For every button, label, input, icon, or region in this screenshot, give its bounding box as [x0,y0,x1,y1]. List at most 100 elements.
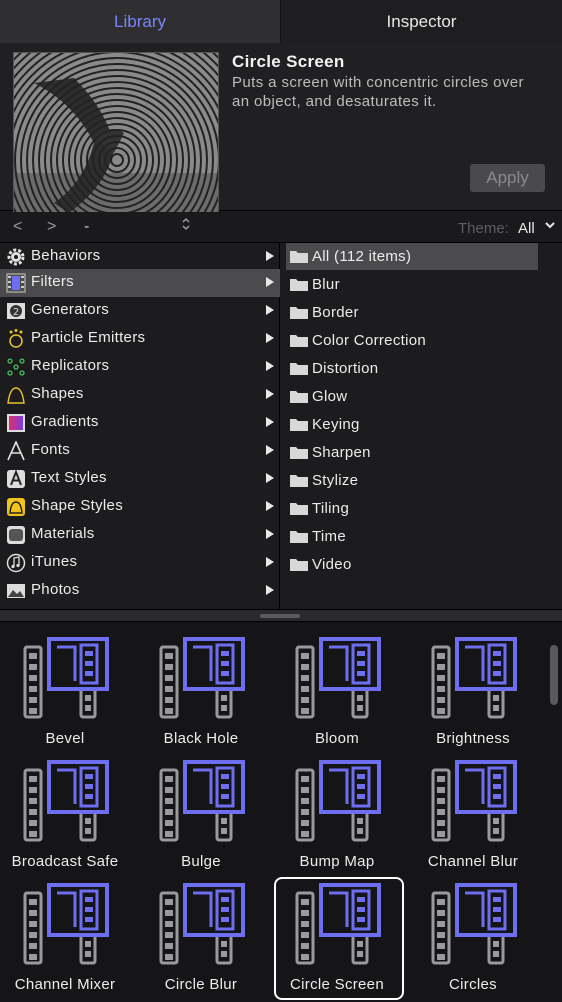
apply-button[interactable]: Apply [470,164,545,192]
music-icon [6,553,26,573]
filmstrip-icon [6,273,26,293]
folder-icon [289,529,309,544]
filter-label: Black Hole [163,730,239,747]
disclosure-arrow-icon [266,473,274,483]
tab-inspector[interactable]: Inspector [281,0,562,43]
folder-all[interactable]: All (112 items) [286,243,538,270]
browser-nav-bar: < > - Theme: All [0,212,562,243]
folder-icon [289,557,309,572]
filter-browser-grid: Bevel Black Hole Bloom Brightness Broadc… [0,622,546,1002]
category-filters[interactable]: Filters [0,269,280,297]
theme-label: Theme: [458,220,509,237]
category-label: Fonts [31,441,71,458]
folder-color-correction[interactable]: Color Correction [286,327,538,354]
category-text-styles[interactable]: Text Styles [0,465,280,493]
tab-library[interactable]: Library [0,0,281,43]
folder-distortion[interactable]: Distortion [286,355,538,382]
folder-label: All (112 items) [312,248,412,265]
disclosure-arrow-icon [266,361,274,371]
category-label: Text Styles [31,469,107,486]
disclosure-arrow-icon [266,445,274,455]
folder-label: Border [312,304,359,321]
category-particle-emitters[interactable]: Particle Emitters [0,325,280,353]
filter-label: Bulge [181,853,221,870]
filter-item-brightness[interactable]: Brightness [408,637,538,757]
category-photos[interactable]: Photos [0,577,280,605]
disclosure-arrow-icon [266,585,274,595]
folder-label: Tiling [312,500,350,517]
generator-icon: 2 [6,301,26,321]
disclosure-arrow-icon [266,529,274,539]
forward-button[interactable]: > [47,218,56,236]
path-popup[interactable]: - [84,218,89,236]
gear-icon [6,247,26,267]
folder-label: Distortion [312,360,379,377]
filter-icon [159,637,245,719]
filter-item-broadcast-safe[interactable]: Broadcast Safe [0,760,130,880]
folder-label: Video [312,556,352,573]
replicator-icon [6,357,26,377]
svg-text:2: 2 [13,307,19,318]
filter-item-bevel[interactable]: Bevel [0,637,130,757]
folder-stylize[interactable]: Stylize [286,467,538,494]
folder-keying[interactable]: Keying [286,411,538,438]
folder-border[interactable]: Border [286,299,538,326]
photo-icon [6,581,26,601]
filter-item-circles[interactable]: Circles [408,883,538,1002]
category-behaviors[interactable]: Behaviors [0,243,280,271]
folder-label: Sharpen [312,444,371,461]
category-label: Photos [31,581,80,598]
folder-video[interactable]: Video [286,551,538,578]
filter-label: Bloom [314,730,360,747]
path-popup-chevron-icon[interactable] [181,216,191,237]
filter-icon [159,760,245,842]
category-generators[interactable]: 2 Generators [0,297,280,325]
filter-item-bump-map[interactable]: Bump Map [272,760,402,880]
filter-item-circle-blur[interactable]: Circle Blur [136,883,266,1002]
chevron-down-icon[interactable] [544,219,556,234]
filter-label: Brightness [436,730,510,747]
folder-icon [289,277,309,292]
filter-icon [295,760,381,842]
theme-popup[interactable]: All [518,220,535,237]
back-button[interactable]: < [13,218,22,236]
category-gradients[interactable]: Gradients [0,409,280,437]
category-replicators[interactable]: Replicators [0,353,280,381]
filter-item-bloom[interactable]: Bloom [272,637,402,757]
disclosure-arrow-icon [266,557,274,567]
category-materials[interactable]: Materials [0,521,280,549]
filter-label: Circle Blur [164,976,238,993]
category-label: Gradients [31,413,99,430]
filter-icon [295,883,381,965]
splitter-grip[interactable] [260,614,300,618]
folder-glow[interactable]: Glow [286,383,538,410]
filter-item-circle-screen[interactable]: Circle Screen [274,877,411,1002]
disclosure-arrow-icon [266,333,274,343]
category-shape-styles[interactable]: Shape Styles [0,493,280,521]
filter-item-channel-mixer[interactable]: Channel Mixer [0,883,130,1002]
folder-tiling[interactable]: Tiling [286,495,538,522]
folder-blur[interactable]: Blur [286,271,538,298]
scrollbar-thumb[interactable] [550,645,558,705]
font-icon [6,440,26,461]
category-fonts[interactable]: Fonts [0,437,280,465]
folder-sharpen[interactable]: Sharpen [286,439,538,466]
folder-icon [289,417,309,432]
shape-icon [6,385,26,405]
tab-bar: Library Inspector [0,0,562,43]
disclosure-arrow-icon [266,251,274,261]
category-itunes[interactable]: iTunes [0,549,280,577]
category-label: Shapes [31,385,84,402]
subfolder-list: All (112 items) Blur Border Color Correc… [281,243,562,609]
preview-title: Circle Screen [232,52,345,71]
category-label: Particle Emitters [31,329,146,346]
filter-item-bulge[interactable]: Bulge [136,760,266,880]
filter-item-black-hole[interactable]: Black Hole [136,637,266,757]
filter-item-channel-blur[interactable]: Channel Blur [408,760,538,880]
filter-label: Bump Map [299,853,375,870]
filter-label: Circles [449,976,497,993]
folder-icon [289,361,309,376]
category-shapes[interactable]: Shapes [0,381,280,409]
folder-time[interactable]: Time [286,523,538,550]
pane-splitter[interactable] [0,609,562,622]
